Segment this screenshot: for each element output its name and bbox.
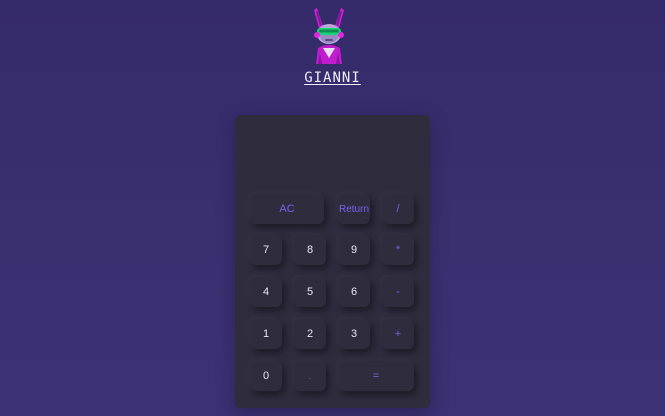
return-button[interactable]: Return [338,194,370,224]
decimal-point-button[interactable]: . [294,361,326,391]
one-button[interactable]: 1 [250,319,282,349]
calculator-panel: AC Return / 7 8 9 * 4 5 6 - 1 2 3 + 0 . … [235,115,430,408]
four-button[interactable]: 4 [250,277,282,307]
divide-button[interactable]: / [382,194,414,224]
calculator-display [245,125,420,185]
equals-button[interactable]: = [338,361,414,391]
zero-button[interactable]: 0 [250,361,282,391]
nine-button[interactable]: 9 [338,235,370,265]
profile-name-link[interactable]: GIANNI [0,70,665,86]
multiply-button[interactable]: * [382,235,414,265]
ac-button[interactable]: AC [250,194,324,224]
bunny-avatar-icon [314,8,344,64]
minus-button[interactable]: - [382,277,414,307]
two-button[interactable]: 2 [294,319,326,349]
five-button[interactable]: 5 [294,277,326,307]
three-button[interactable]: 3 [338,319,370,349]
seven-button[interactable]: 7 [250,235,282,265]
eight-button[interactable]: 8 [294,235,326,265]
six-button[interactable]: 6 [338,277,370,307]
plus-button[interactable]: + [382,319,414,349]
